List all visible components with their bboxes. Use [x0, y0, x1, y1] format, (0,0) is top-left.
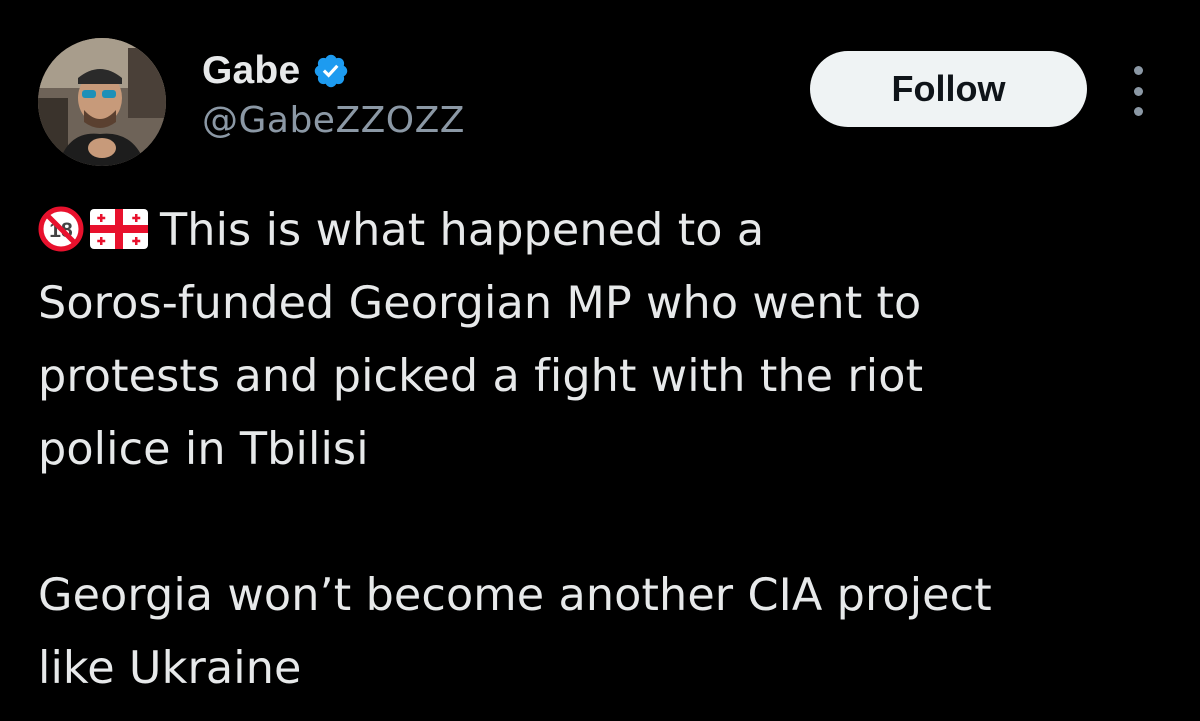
tweet-line: 18 This is what happened to a	[38, 194, 1168, 267]
display-name[interactable]: Gabe	[202, 49, 300, 93]
paragraph-break	[38, 486, 1168, 559]
tweet-line: Georgia won’t become another CIA project	[38, 570, 992, 621]
follow-button[interactable]: Follow	[810, 51, 1087, 127]
more-vertical-icon	[1133, 66, 1143, 75]
author-name-row: Gabe	[202, 46, 350, 96]
profile-photo-icon	[38, 38, 166, 166]
tweet-text: 18 This is what happened to a Soros-fund…	[38, 194, 1168, 705]
georgia-flag-icon	[90, 209, 148, 249]
tweet-card: Gabe @GabeZZOZZ Follow 18	[0, 0, 1200, 721]
avatar[interactable]	[38, 38, 166, 166]
tweet-line: protests and picked a fight with the rio…	[38, 351, 924, 402]
more-options-button[interactable]	[1118, 66, 1158, 116]
tweet-line-text: This is what happened to a	[160, 205, 765, 256]
no-under-18-icon: 18	[38, 206, 84, 252]
verified-badge-icon	[315, 54, 348, 88]
tweet-line: police in Tbilisi	[38, 424, 369, 475]
lead-emoji-group: 18	[38, 206, 148, 252]
author-handle[interactable]: @GabeZZOZZ	[202, 100, 465, 141]
tweet-line: Soros-funded Georgian MP who went to	[38, 278, 922, 329]
tweet-line: like Ukraine	[38, 643, 302, 694]
